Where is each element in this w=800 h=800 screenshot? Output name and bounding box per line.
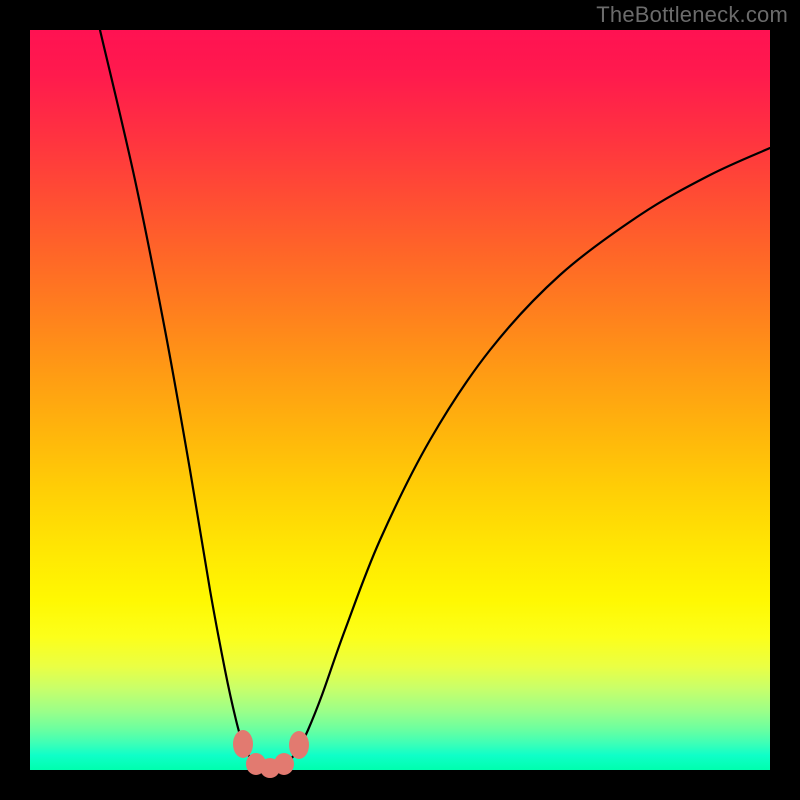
- plot-area: [30, 30, 770, 770]
- marker-group: [233, 730, 309, 778]
- curve-marker: [289, 731, 309, 759]
- bottleneck-curve: [100, 30, 770, 769]
- attribution-text: TheBottleneck.com: [596, 2, 788, 28]
- curve-marker: [274, 753, 294, 775]
- chart-svg: [30, 30, 770, 770]
- curve-marker: [233, 730, 253, 758]
